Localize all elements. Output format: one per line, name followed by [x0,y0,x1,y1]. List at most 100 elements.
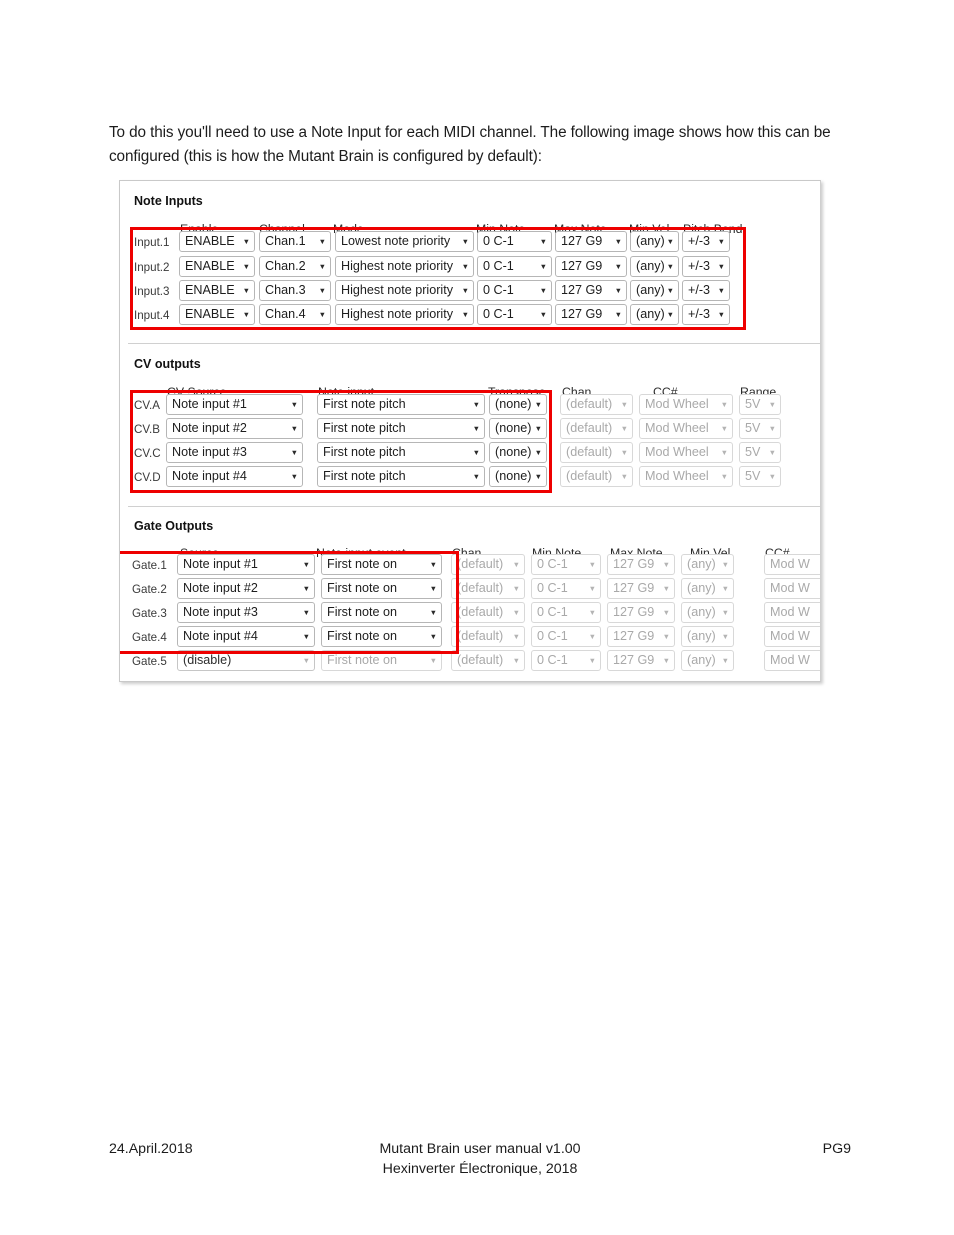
gate-max-note-select[interactable]: 127 G9 [607,602,675,623]
note-input-max-note-select[interactable]: 127 G9 [555,231,627,252]
cv-note-input-select[interactable]: First note pitch [317,466,485,487]
cv-note-input-select[interactable]: First note pitch [317,442,485,463]
cv-source-select[interactable]: Note input #3 [166,442,303,463]
gate-max-note-select[interactable]: 127 G9 [607,554,675,575]
gate-event-select[interactable]: First note on [321,578,442,599]
cv-cc-select[interactable]: Mod Wheel [639,418,733,439]
gate-cc-select[interactable]: Mod W [764,554,820,575]
cv-chan-select[interactable]: (default) [560,418,633,439]
note-input-min-note-select[interactable]: 0 C-1 [477,280,552,301]
gate-max-note-select[interactable]: 127 G9 [607,650,675,671]
gate-cc-select[interactable]: Mod W [764,578,820,599]
gate-source-select[interactable]: Note input #3 [177,602,315,623]
note-input-min-note-select[interactable]: 0 C-1 [477,304,552,325]
gate-cc-select[interactable]: Mod W [764,626,820,647]
gate-cc-select[interactable]: Mod W [764,650,820,671]
note-input-max-note-select[interactable]: 127 G9 [555,280,627,301]
cv-range-select[interactable]: 5V [739,466,781,487]
cv-output-row-label: CV.C [134,447,161,460]
gate-max-note-select[interactable]: 127 G9 [607,578,675,599]
cv-source-select[interactable]: Note input #4 [166,466,303,487]
gate-chan-select[interactable]: (default) [451,554,525,575]
gate-min-note-select[interactable]: 0 C-1 [531,626,601,647]
gate-source-select[interactable]: Note input #2 [177,578,315,599]
cv-range-select[interactable]: 5V [739,442,781,463]
gate-min-vel-select[interactable]: (any) [681,650,734,671]
cv-transpose-select[interactable]: (none) [489,394,547,415]
note-input-enable-select[interactable]: ENABLE [179,304,255,325]
gate-event-select[interactable]: First note on [321,650,442,671]
note-input-channel-select[interactable]: Chan.4 [259,304,331,325]
gate-output-row-label: Gate.5 [132,655,167,668]
gate-min-note-select[interactable]: 0 C-1 [531,554,601,575]
page-footer: 24.April.2018 Mutant Brain user manual v… [109,1139,851,1179]
cv-transpose-select[interactable]: (none) [489,442,547,463]
note-input-channel-select[interactable]: Chan.2 [259,256,331,277]
cv-chan-select[interactable]: (default) [560,442,633,463]
note-input-pitch-bend-select[interactable]: +/-3 [682,304,730,325]
gate-chan-select[interactable]: (default) [451,602,525,623]
gate-min-note-select[interactable]: 0 C-1 [531,650,601,671]
gate-max-note-select[interactable]: 127 G9 [607,626,675,647]
cv-source-select[interactable]: Note input #1 [166,394,303,415]
cv-cc-select[interactable]: Mod Wheel [639,466,733,487]
gate-event-select[interactable]: First note on [321,626,442,647]
page-body: To do this you'll need to use a Note Inp… [109,106,851,185]
note-input-max-note-select[interactable]: 127 G9 [555,256,627,277]
gate-event-select[interactable]: First note on [321,554,442,575]
cv-source-select[interactable]: Note input #2 [166,418,303,439]
note-input-enable-select[interactable]: ENABLE [179,280,255,301]
gate-cc-select[interactable]: Mod W [764,602,820,623]
gate-min-vel-select[interactable]: (any) [681,578,734,599]
cv-range-select[interactable]: 5V [739,418,781,439]
cv-chan-select[interactable]: (default) [560,466,633,487]
note-inputs-section-title: Note Inputs [134,194,203,208]
gate-source-select[interactable]: (disable) [177,650,315,671]
note-input-max-note-select[interactable]: 127 G9 [555,304,627,325]
note-input-min-note-select[interactable]: 0 C-1 [477,256,552,277]
note-input-channel-select[interactable]: Chan.1 [259,231,331,252]
note-input-mode-select[interactable]: Highest note priority [335,304,474,325]
cv-range-select[interactable]: 5V [739,394,781,415]
note-input-min-vel-select[interactable]: (any) [630,304,679,325]
note-input-pitch-bend-select[interactable]: +/-3 [682,231,730,252]
cv-output-row-label: CV.B [134,423,160,436]
divider-after-note-inputs [128,343,820,344]
gate-chan-select[interactable]: (default) [451,650,525,671]
note-input-enable-select[interactable]: ENABLE [179,256,255,277]
gate-min-note-select[interactable]: 0 C-1 [531,578,601,599]
cv-note-input-select[interactable]: First note pitch [317,418,485,439]
divider-after-cv-outputs [128,506,820,507]
gate-min-note-select[interactable]: 0 C-1 [531,602,601,623]
cv-cc-select[interactable]: Mod Wheel [639,394,733,415]
cv-transpose-select[interactable]: (none) [489,418,547,439]
note-input-min-vel-select[interactable]: (any) [630,231,679,252]
cv-note-input-select[interactable]: First note pitch [317,394,485,415]
note-input-mode-select[interactable]: Highest note priority [335,280,474,301]
gate-min-vel-select[interactable]: (any) [681,554,734,575]
cv-chan-select[interactable]: (default) [560,394,633,415]
gate-chan-select[interactable]: (default) [451,626,525,647]
gate-min-vel-select[interactable]: (any) [681,626,734,647]
note-input-pitch-bend-select[interactable]: +/-3 [682,256,730,277]
note-input-row-label: Input.4 [134,309,170,322]
app-inner: Note Inputs Enable Channel Mode Min Note… [120,181,820,681]
gate-source-select[interactable]: Note input #4 [177,626,315,647]
note-input-min-note-select[interactable]: 0 C-1 [477,231,552,252]
note-input-channel-select[interactable]: Chan.3 [259,280,331,301]
note-input-min-vel-select[interactable]: (any) [630,256,679,277]
cv-transpose-select[interactable]: (none) [489,466,547,487]
gate-chan-select[interactable]: (default) [451,578,525,599]
note-input-enable-select[interactable]: ENABLE [179,231,255,252]
note-input-row-label: Input.2 [134,261,170,274]
cv-output-row-label: CV.A [134,399,160,412]
gate-output-row-label: Gate.3 [132,607,167,620]
note-input-min-vel-select[interactable]: (any) [630,280,679,301]
gate-min-vel-select[interactable]: (any) [681,602,734,623]
cv-cc-select[interactable]: Mod Wheel [639,442,733,463]
gate-source-select[interactable]: Note input #1 [177,554,315,575]
note-input-mode-select[interactable]: Highest note priority [335,256,474,277]
note-input-mode-select[interactable]: Lowest note priority [335,231,474,252]
gate-event-select[interactable]: First note on [321,602,442,623]
note-input-pitch-bend-select[interactable]: +/-3 [682,280,730,301]
